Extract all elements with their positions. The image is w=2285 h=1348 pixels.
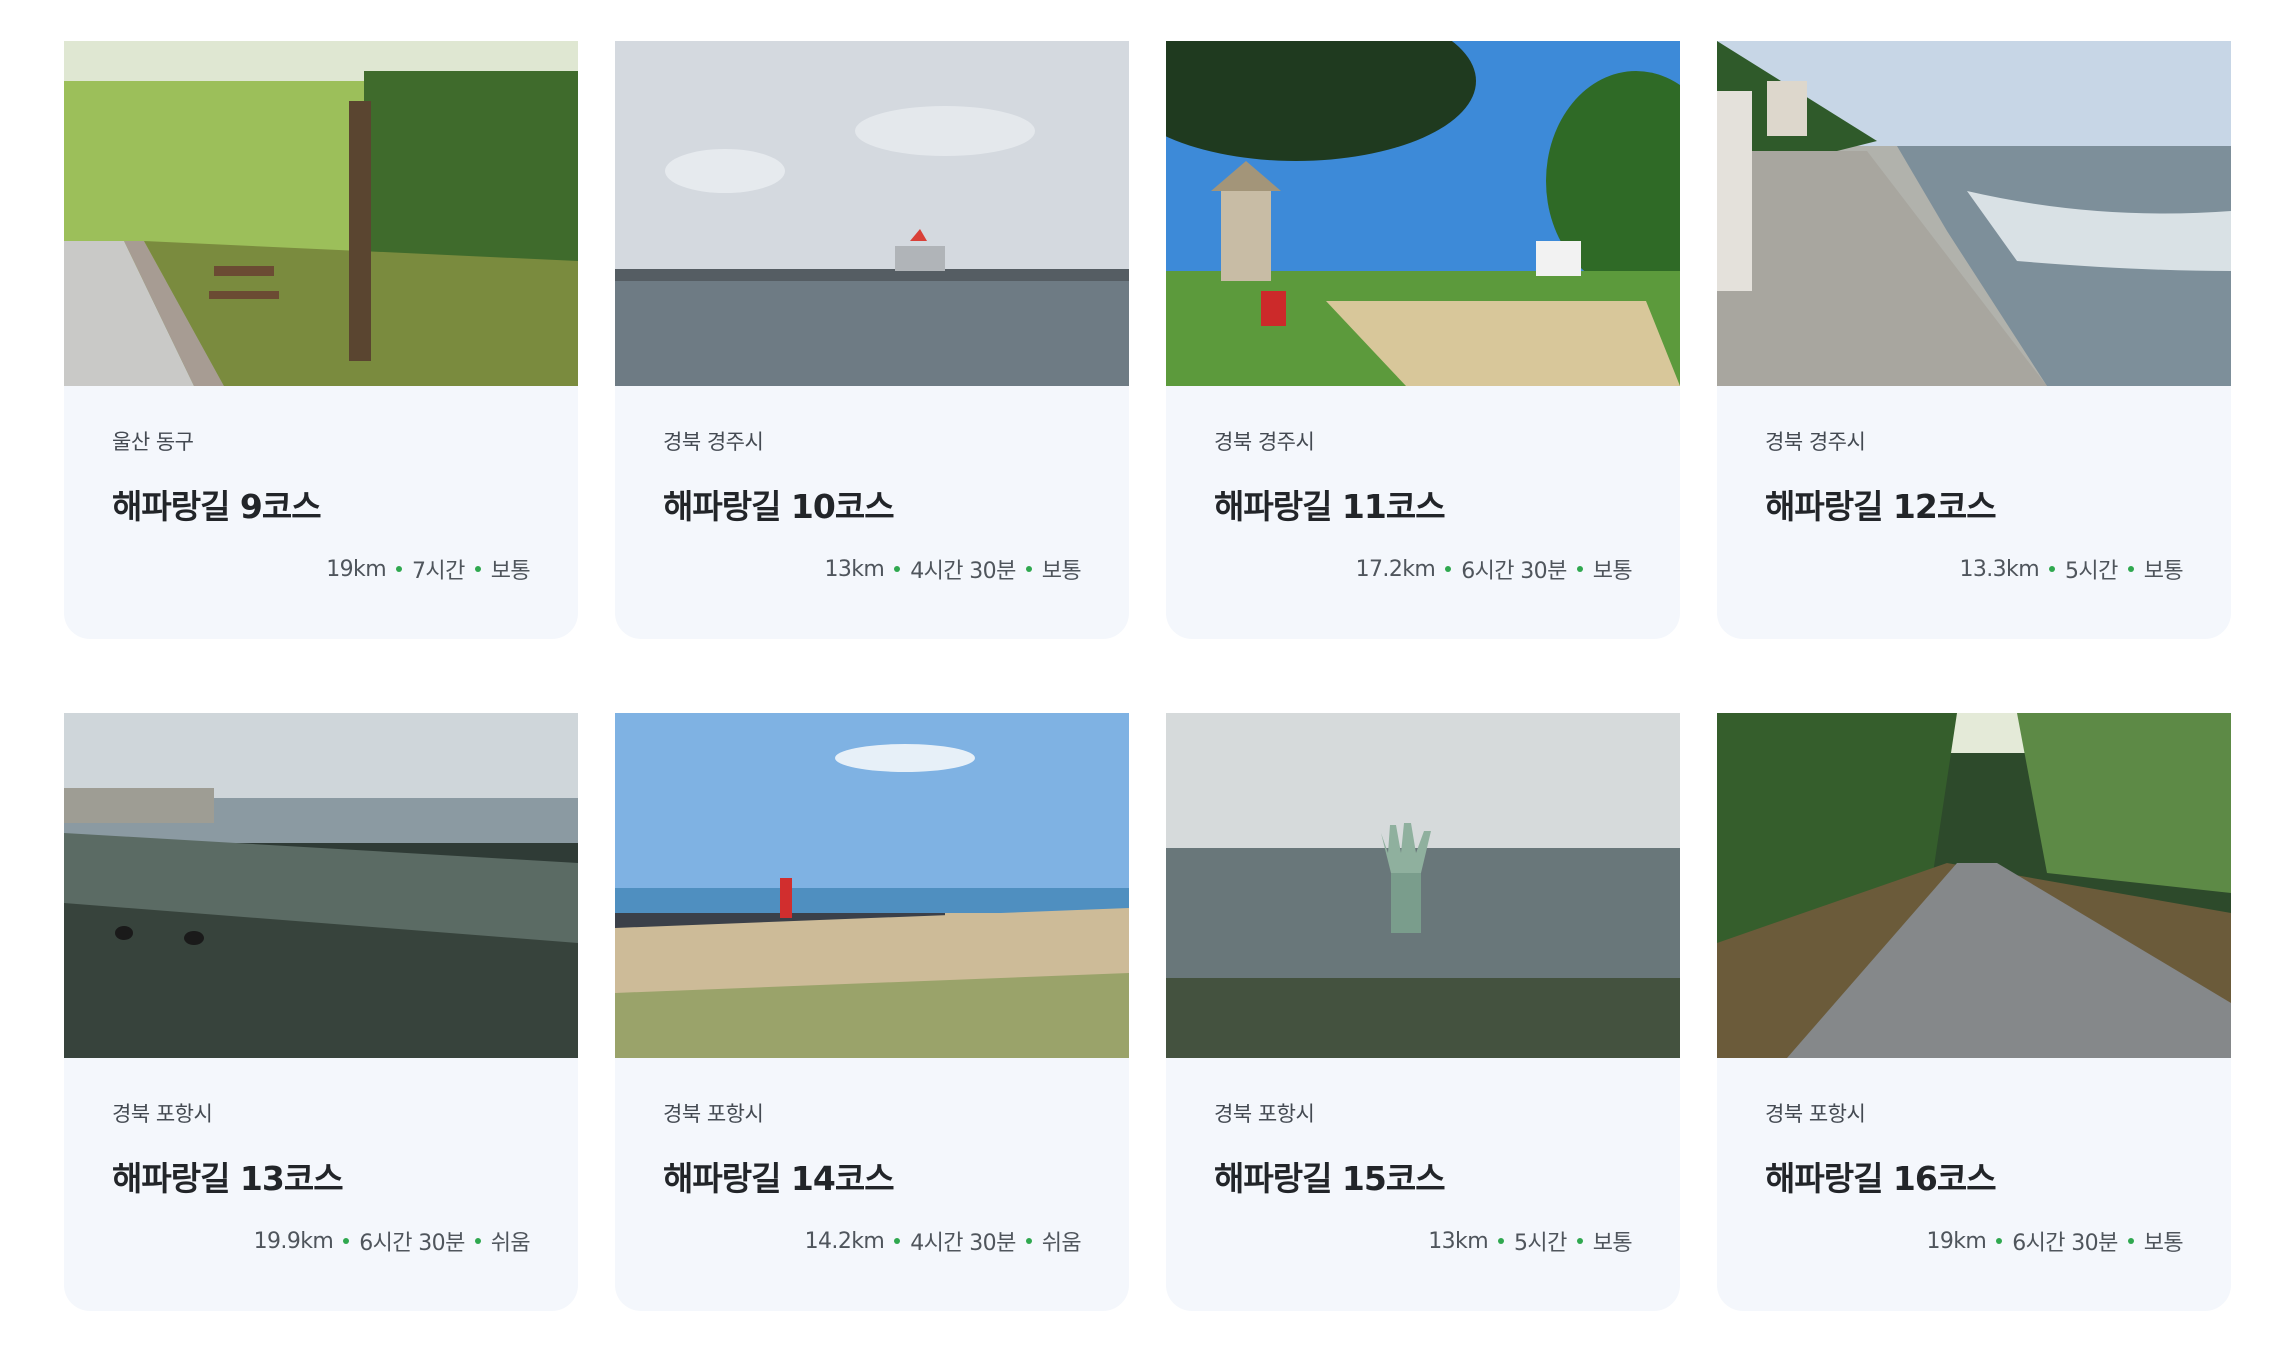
course-duration: 7시간 [412, 559, 465, 584]
course-difficulty: 쉬움 [1041, 1231, 1082, 1256]
course-meta: 17.2km 6시간 30분 보통 [1214, 553, 1633, 585]
separator-dot-icon [894, 566, 901, 572]
separator-dot-icon [2127, 566, 2134, 572]
course-region: 경북 포항시 [112, 1102, 213, 1126]
course-region: 울산 동구 [112, 430, 194, 454]
course-meta: 19.9km 6시간 30분 쉬움 [112, 1225, 531, 1257]
course-photo[interactable] [64, 713, 578, 1058]
course-duration: 6시간 30분 [1461, 559, 1567, 584]
separator-dot-icon [1025, 566, 1032, 572]
separator-dot-icon [343, 1238, 350, 1244]
course-duration: 5시간 [1514, 1231, 1567, 1256]
course-difficulty: 보통 [1041, 559, 1082, 584]
course-card[interactable]: 경북 포항시 해파랑길 15코스 13km 5시간 보통 [1166, 713, 1680, 1311]
separator-dot-icon [1025, 1238, 1032, 1244]
course-title[interactable]: 해파랑길 14코스 [663, 1152, 1081, 1200]
course-distance: 13km [1428, 1228, 1489, 1254]
separator-dot-icon [894, 1238, 901, 1244]
course-photo[interactable] [64, 41, 578, 386]
course-card[interactable]: 경북 경주시 해파랑길 10코스 13km 4시간 30분 보통 [615, 41, 1129, 639]
course-card[interactable]: 경북 포항시 해파랑길 13코스 19.9km 6시간 30분 쉬움 [64, 713, 578, 1311]
course-difficulty: 보통 [2143, 559, 2184, 584]
course-card[interactable]: 경북 포항시 해파랑길 14코스 14.2km 4시간 30분 쉬움 [615, 713, 1129, 1311]
course-difficulty: 쉬움 [490, 1231, 531, 1256]
course-difficulty: 보통 [490, 559, 531, 584]
course-photo[interactable] [1717, 713, 2231, 1058]
course-photo[interactable] [1717, 41, 2231, 386]
course-card[interactable]: 경북 포항시 해파랑길 16코스 19km 6시간 30분 보통 [1717, 713, 2231, 1311]
separator-dot-icon [1498, 1238, 1505, 1244]
course-meta: 13km 4시간 30분 보통 [663, 553, 1081, 585]
separator-dot-icon [2049, 566, 2056, 572]
separator-dot-icon [2127, 1238, 2134, 1244]
course-duration: 6시간 30분 [2012, 1231, 2118, 1256]
course-meta: 19km 6시간 30분 보통 [1765, 1225, 2183, 1257]
course-region: 경북 포항시 [1765, 1102, 1866, 1126]
course-region: 경북 포항시 [663, 1102, 764, 1126]
course-duration: 6시간 30분 [359, 1231, 465, 1256]
separator-dot-icon [1996, 1238, 2003, 1244]
course-card[interactable]: 경북 경주시 해파랑길 11코스 17.2km 6시간 30분 보통 [1166, 41, 1680, 639]
course-region: 경북 경주시 [1765, 430, 1866, 454]
separator-dot-icon [474, 1238, 481, 1244]
course-title[interactable]: 해파랑길 10코스 [663, 480, 1081, 528]
course-distance: 19km [326, 556, 387, 582]
course-meta: 19km 7시간 보통 [112, 553, 530, 585]
course-duration: 5시간 [2065, 559, 2118, 584]
course-distance: 19km [1926, 1228, 1987, 1254]
course-distance: 17.2km [1355, 556, 1436, 582]
course-distance: 14.2km [804, 1228, 885, 1254]
course-photo[interactable] [615, 713, 1129, 1058]
course-title[interactable]: 해파랑길 9코스 [112, 480, 530, 528]
course-grid: 울산 동구 해파랑길 9코스 19km 7시간 보통 경북 경주시 해파랑길 1… [64, 41, 2231, 1311]
course-title[interactable]: 해파랑길 13코스 [112, 1152, 530, 1200]
course-photo[interactable] [615, 41, 1129, 386]
course-region: 경북 포항시 [1214, 1102, 1315, 1126]
course-distance: 13km [824, 556, 885, 582]
course-title[interactable]: 해파랑길 12코스 [1765, 480, 2183, 528]
course-distance: 19.9km [253, 1228, 334, 1254]
course-difficulty: 보통 [2143, 1231, 2184, 1256]
course-title[interactable]: 해파랑길 16코스 [1765, 1152, 2183, 1200]
course-photo[interactable] [1166, 41, 1680, 386]
separator-dot-icon [1445, 566, 1452, 572]
course-photo[interactable] [1166, 713, 1680, 1058]
course-difficulty: 보통 [1592, 559, 1633, 584]
course-meta: 14.2km 4시간 30분 쉬움 [663, 1225, 1082, 1257]
separator-dot-icon [1576, 566, 1583, 572]
course-card[interactable]: 경북 경주시 해파랑길 12코스 13.3km 5시간 보통 [1717, 41, 2231, 639]
course-difficulty: 보통 [1592, 1231, 1633, 1256]
course-meta: 13.3km 5시간 보통 [1765, 553, 2183, 585]
course-title[interactable]: 해파랑길 15코스 [1214, 1152, 1632, 1200]
course-duration: 4시간 30분 [910, 1231, 1016, 1256]
course-duration: 4시간 30분 [910, 559, 1016, 584]
course-region: 경북 경주시 [1214, 430, 1315, 454]
separator-dot-icon [1576, 1238, 1583, 1244]
course-distance: 13.3km [1959, 556, 2040, 582]
course-card[interactable]: 울산 동구 해파랑길 9코스 19km 7시간 보통 [64, 41, 578, 639]
separator-dot-icon [474, 566, 481, 572]
course-meta: 13km 5시간 보통 [1214, 1225, 1632, 1257]
separator-dot-icon [396, 566, 403, 572]
course-region: 경북 경주시 [663, 430, 764, 454]
course-title[interactable]: 해파랑길 11코스 [1214, 480, 1632, 528]
